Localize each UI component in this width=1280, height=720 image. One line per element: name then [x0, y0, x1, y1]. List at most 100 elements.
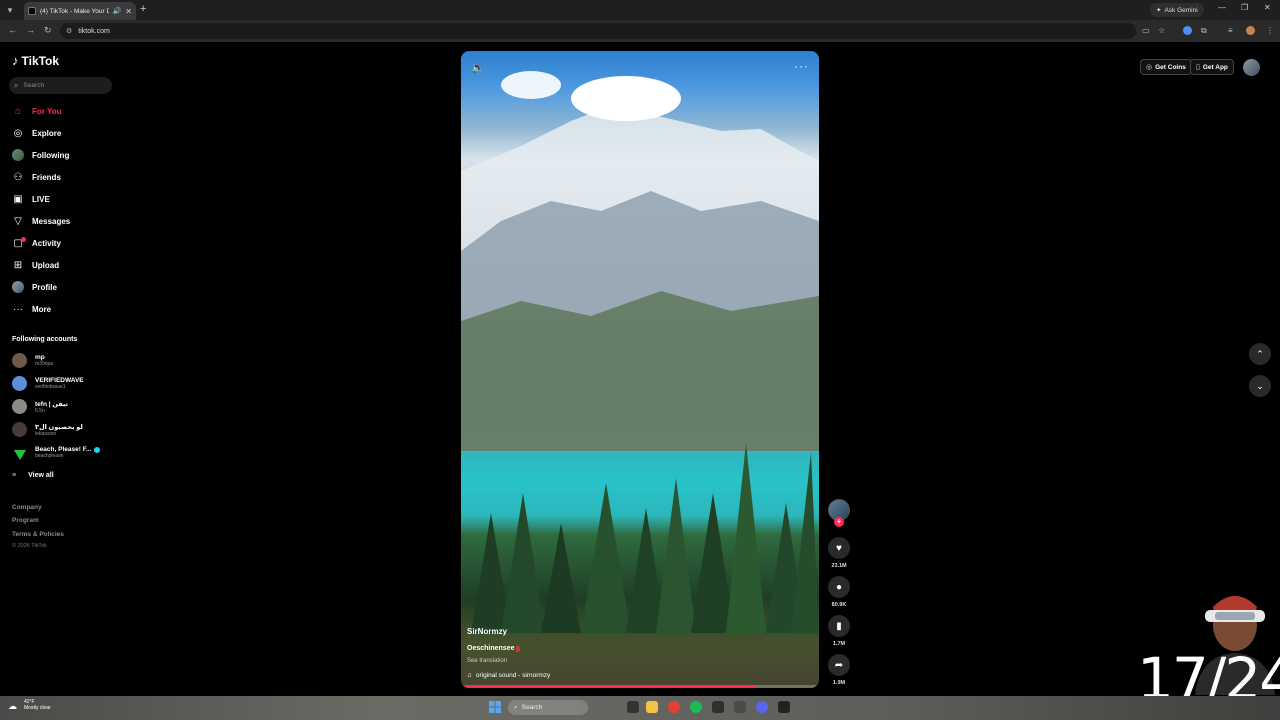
comment-icon: ● — [835, 581, 843, 593]
chrome-icon[interactable] — [668, 701, 680, 713]
nav-label: More — [32, 304, 52, 314]
browser-tab-bar: ▾ (4) TikTok - Make Your Day 🔊 ✕ + ✦ Ask… — [0, 0, 1280, 20]
nav-following[interactable]: Following — [12, 147, 69, 163]
nav-explore[interactable]: ◎ Explore — [12, 125, 62, 141]
friends-icon: ⚇ — [13, 171, 23, 183]
triangle-avatar-icon — [13, 450, 26, 460]
video-player[interactable]: 🔈 ··· SirNormzy Oeschinensee See transla… — [461, 51, 819, 688]
account-item[interactable]: tefn | تيفن 6.5n — [12, 399, 68, 414]
nav-messages[interactable]: ▽ Messages — [12, 213, 70, 229]
share-arrow-icon: ➦ — [834, 659, 844, 671]
spotify-icon[interactable] — [690, 701, 702, 713]
get-app-label: Get App — [1202, 63, 1228, 71]
following-accounts-title: Following accounts — [12, 336, 78, 343]
chrome-menu-icon[interactable]: ⋮ — [1266, 26, 1274, 35]
home-icon: ⌂ — [14, 105, 22, 117]
account-item[interactable]: Beach, Please! F... beachplease — [12, 445, 101, 460]
new-tab-button[interactable]: + — [140, 3, 146, 15]
nav-friends[interactable]: ⚇ Friends — [12, 169, 61, 185]
get-coins-button[interactable]: ◎ Get Coins — [1140, 59, 1192, 75]
view-all-button[interactable]: ≡ View all — [12, 472, 54, 479]
like-count: 23.1M — [831, 563, 847, 569]
menu-lines-icon[interactable]: ≡ — [1228, 26, 1233, 35]
ask-gemini-button[interactable]: ✦ Ask Gemini — [1150, 3, 1204, 17]
weather-widget[interactable]: 42°F Mostly clear — [24, 699, 51, 711]
nav-upload[interactable]: ⊞ Upload — [12, 257, 59, 273]
taskbar-search[interactable]: ⌕ Search — [508, 700, 588, 715]
video-progress-bar[interactable] — [461, 685, 819, 688]
tab-search-icon[interactable]: ▾ — [0, 0, 20, 20]
account-name: Beach, Please! F... — [35, 446, 92, 453]
comment-count: 80.9K — [831, 602, 847, 608]
terminal-icon[interactable] — [712, 701, 724, 713]
file-explorer-icon[interactable] — [646, 701, 658, 713]
task-view-icon[interactable] — [627, 701, 639, 713]
close-window-button[interactable]: ✕ — [1264, 3, 1271, 12]
extension-icon[interactable] — [1183, 26, 1192, 35]
back-icon[interactable]: ← — [8, 25, 17, 35]
tiktok-favicon-icon — [28, 7, 36, 15]
see-translation-link[interactable]: See translation — [467, 658, 507, 664]
nav-activity[interactable]: ▢ Activity — [12, 235, 61, 251]
nav-label: Upload — [32, 260, 60, 270]
nav-profile[interactable]: Profile — [12, 279, 57, 295]
browser-tab[interactable]: (4) TikTok - Make Your Day 🔊 ✕ — [24, 2, 136, 20]
cast-icon[interactable]: ▭ — [1142, 26, 1150, 35]
live-icon: ▣ — [13, 193, 23, 205]
search-icon: ⌕ — [14, 80, 19, 90]
footer-link-program[interactable]: Program — [12, 517, 39, 524]
video-progress-fill — [461, 685, 755, 688]
account-handle: beachplease — [35, 453, 64, 459]
user-avatar[interactable] — [1243, 59, 1260, 76]
previous-video-button[interactable]: ⌃ — [1249, 343, 1271, 365]
send-icon: ▽ — [14, 215, 22, 227]
search-input[interactable]: ⌕ Search — [9, 77, 112, 94]
forward-icon[interactable]: → — [26, 25, 35, 35]
site-info-icon[interactable]: ⚙ — [66, 27, 72, 35]
extensions-puzzle-icon[interactable]: ⧉ — [1201, 26, 1207, 36]
caption-text: Oeschinensee — [467, 645, 515, 652]
minimize-button[interactable]: — — [1218, 3, 1226, 12]
search-icon: ⌕ — [514, 703, 518, 711]
account-item[interactable]: mp m39opa — [12, 353, 53, 368]
bookmark-star-icon[interactable]: ☆ — [1158, 26, 1165, 35]
avatar — [12, 149, 24, 161]
footer-link-terms[interactable]: Terms & Policies — [12, 531, 64, 538]
tiktok-logo[interactable]: ♪ TikTok — [12, 53, 59, 68]
windows-start-icon[interactable] — [489, 701, 501, 713]
account-name: tefn | تيفن — [35, 400, 68, 408]
get-app-button[interactable]: ▯ Get App — [1190, 59, 1234, 75]
nav-live[interactable]: ▣ LIVE — [12, 191, 50, 207]
account-handle: 6.5n — [35, 407, 45, 414]
comment-button[interactable]: ● — [828, 576, 850, 598]
discord-icon[interactable] — [756, 701, 768, 713]
next-video-button[interactable]: ⌄ — [1249, 375, 1271, 397]
video-author[interactable]: SirNormzy — [467, 627, 507, 636]
share-button[interactable]: ➦ — [828, 654, 850, 676]
save-button[interactable]: ▮ — [828, 615, 850, 637]
nav-for-you[interactable]: ⌂ For You — [12, 103, 62, 119]
close-tab-icon[interactable]: ✕ — [125, 7, 132, 16]
reload-icon[interactable]: ↻ — [44, 25, 52, 36]
volume-icon[interactable]: 🔈 — [471, 61, 485, 74]
weather-icon[interactable]: ☁ — [8, 701, 17, 712]
ask-gemini-label: Ask Gemini — [1164, 6, 1198, 14]
address-bar[interactable]: ⚙ tiktok.com — [60, 23, 1136, 39]
account-item[interactable]: لو بحصبون ال٣ lebassion — [12, 422, 83, 437]
like-button[interactable]: ♥ — [828, 537, 850, 559]
copyright-text: © 2026 TikTok — [12, 543, 47, 549]
follow-plus-icon[interactable]: + — [834, 517, 844, 527]
more-options-icon[interactable]: ··· — [794, 59, 809, 73]
speaker-icon[interactable]: 🔊 — [113, 7, 122, 15]
coin-icon: ◎ — [1146, 64, 1153, 71]
video-caption: Oeschinensee — [467, 645, 521, 652]
footer-link-company[interactable]: Company — [12, 504, 42, 511]
restore-button[interactable]: ❐ — [1241, 3, 1248, 12]
logo-text: TikTok — [21, 53, 60, 68]
profile-avatar[interactable] — [1246, 26, 1255, 35]
account-item[interactable]: VERIFIEDWAVE verifiedwave1 — [12, 376, 84, 391]
sound-link[interactable]: ♫ original sound - sirnormzy — [467, 672, 550, 679]
nav-more[interactable]: ··· More — [12, 301, 51, 317]
obs-icon[interactable] — [778, 701, 790, 713]
settings-icon[interactable] — [734, 701, 746, 713]
